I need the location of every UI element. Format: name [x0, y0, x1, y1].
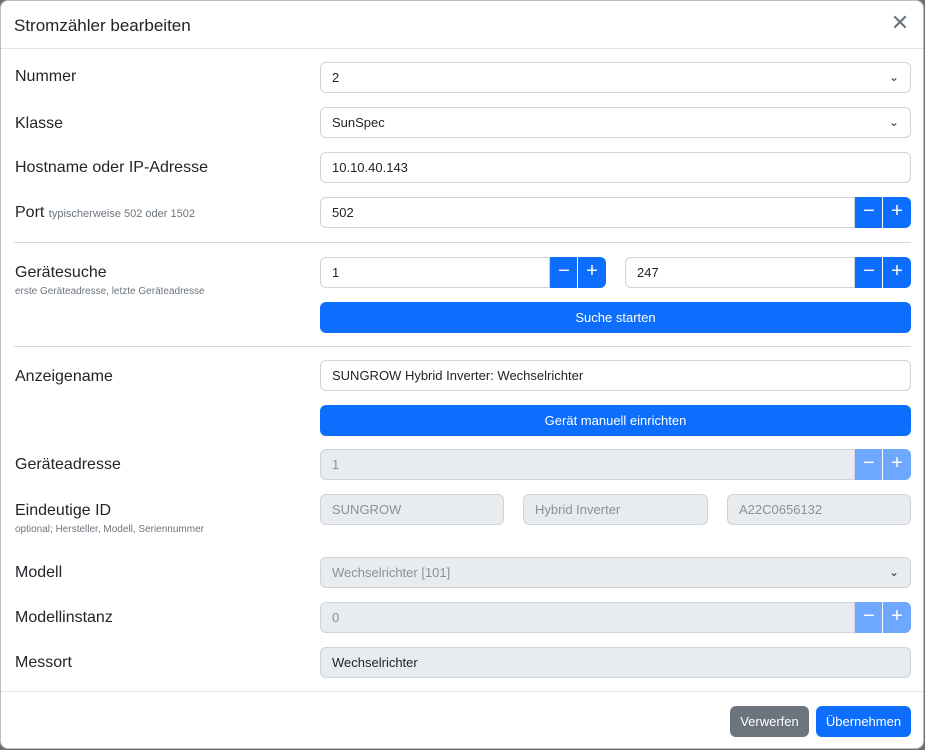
manual-setup-button[interactable]: Gerät manuell einrichten [320, 405, 911, 436]
geraeteadresse-label: Geräteadresse [15, 456, 121, 473]
device-address-increment-button: + [883, 449, 911, 480]
chevron-down-icon: ⌄ [888, 115, 899, 129]
section-divider [14, 242, 911, 243]
modell-label: Modell [15, 564, 63, 581]
model-instance-input: 0 [320, 602, 855, 633]
nummer-label: Nummer [15, 68, 77, 85]
eindeutige-id-label: Eindeutige ID [15, 502, 112, 519]
first-address-decrement-button[interactable]: − [550, 257, 578, 288]
display-name-input[interactable]: SUNGROW Hybrid Inverter: Wechselrichter [320, 360, 911, 391]
serial-number-input: A22C0656132 [727, 494, 911, 525]
first-address-input[interactable]: 1 [320, 257, 550, 288]
nummer-select[interactable]: 2 ⌄ [320, 62, 911, 93]
hostname-input[interactable]: 10.10.40.143 [320, 152, 911, 183]
dialog-footer: Verwerfen Übernehmen [1, 691, 923, 748]
anzeigename-label: Anzeigename [15, 368, 113, 385]
edit-meter-dialog: Stromzähler bearbeiten ✕ Nummer 2 ⌄ Klas… [0, 0, 924, 749]
dialog-title: Stromzähler bearbeiten [14, 16, 191, 35]
messort-label: Messort [15, 654, 72, 671]
klasse-label: Klasse [15, 115, 64, 132]
manufacturer-input: SUNGROW [320, 494, 504, 525]
dialog-header: Stromzähler bearbeiten ✕ [1, 1, 923, 49]
model-select: Wechselrichter [101] ⌄ [320, 557, 911, 588]
section-divider [14, 346, 911, 347]
model-instance-increment-button: + [883, 602, 911, 633]
geraetesuche-label: Gerätesuche [15, 264, 107, 281]
device-address-decrement-button: − [855, 449, 883, 480]
first-address-increment-button[interactable]: + [578, 257, 606, 288]
device-address-input: 1 [320, 449, 855, 480]
start-search-button[interactable]: Suche starten [320, 302, 911, 333]
close-icon[interactable]: ✕ [888, 11, 912, 35]
geraetesuche-sub: erste Geräteadresse, letzte Geräteadress… [15, 286, 205, 297]
measurement-location-input: Wechselrichter [320, 647, 911, 678]
chevron-down-icon: ⌄ [888, 70, 899, 84]
eindeutige-id-sub: optional; Hersteller, Modell, Seriennumm… [15, 524, 204, 535]
last-address-decrement-button[interactable]: − [855, 257, 883, 288]
model-value: Wechselrichter [101] [332, 565, 451, 580]
port-hint: typischerweise 502 oder 1502 [48, 208, 195, 220]
model-id-input: Hybrid Inverter [523, 494, 708, 525]
klasse-select[interactable]: SunSpec ⌄ [320, 107, 911, 138]
model-instance-decrement-button: − [855, 602, 883, 633]
last-address-input[interactable]: 247 [625, 257, 855, 288]
port-input[interactable]: 502 [320, 197, 855, 228]
apply-button[interactable]: Übernehmen [816, 706, 911, 737]
klasse-value: SunSpec [332, 115, 385, 130]
port-label: Port typischerweise 502 oder 1502 [15, 204, 195, 222]
last-address-increment-button[interactable]: + [883, 257, 911, 288]
port-label-text: Port [15, 204, 45, 221]
hostname-label: Hostname oder IP-Adresse [15, 159, 208, 176]
discard-button[interactable]: Verwerfen [730, 706, 809, 737]
modellinstanz-label: Modellinstanz [15, 609, 113, 626]
nummer-value: 2 [332, 70, 340, 85]
chevron-down-icon: ⌄ [888, 565, 899, 579]
port-decrement-button[interactable]: − [855, 197, 883, 228]
port-increment-button[interactable]: + [883, 197, 911, 228]
